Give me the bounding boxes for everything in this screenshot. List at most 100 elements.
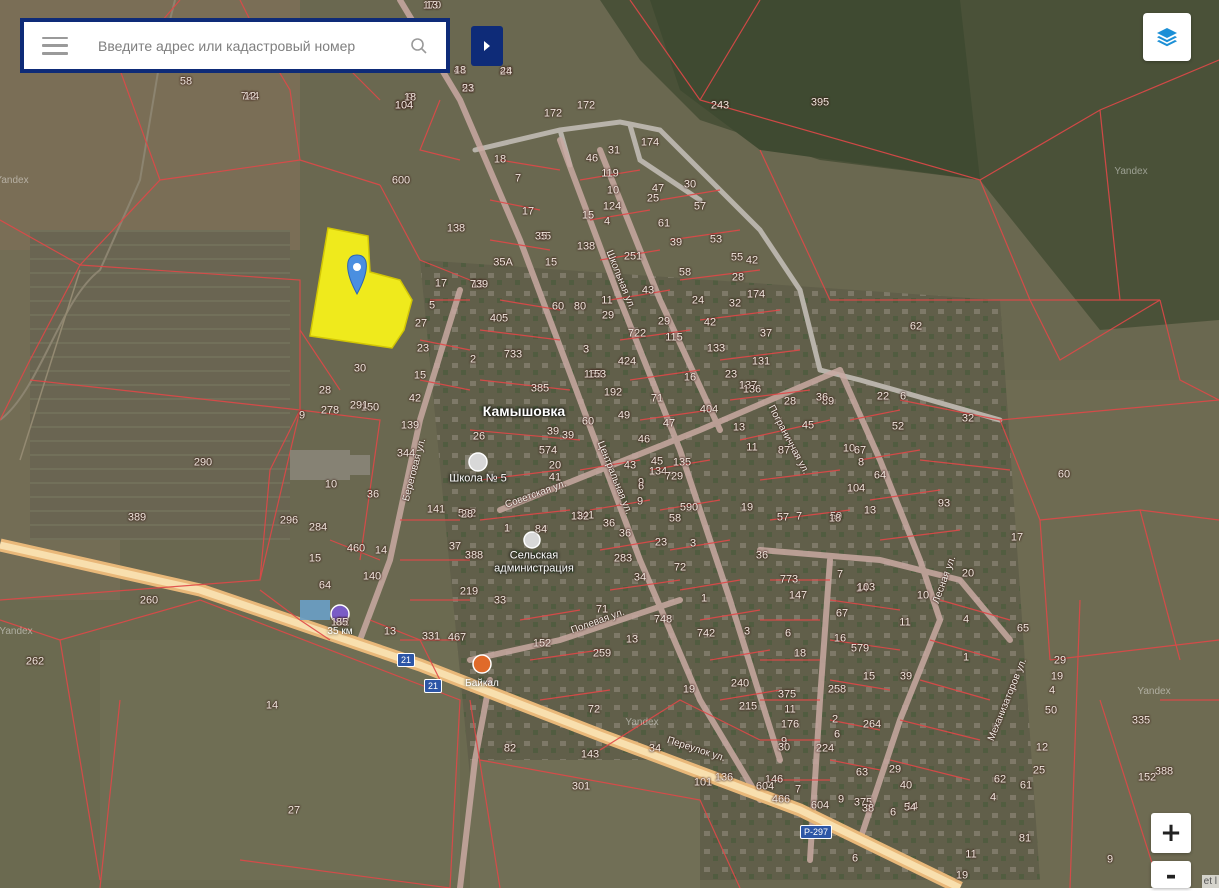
parcel-number-label: 215 (739, 702, 757, 713)
zoom-out-button[interactable]: - (1151, 861, 1191, 888)
layers-icon (1155, 25, 1179, 49)
parcel-number-label: 460 (347, 544, 365, 555)
parcel-number-label: 60 (552, 302, 564, 313)
parcel-number-label: 152 (1138, 773, 1156, 784)
expand-panel-button[interactable] (471, 26, 503, 66)
parcel-number-label: 124 (603, 202, 621, 213)
parcel-number-label: 9 (637, 497, 643, 508)
parcel-number-label: 15 (414, 371, 426, 382)
parcel-number-label: 64 (874, 471, 886, 482)
parcel-number-label: 3 (690, 539, 696, 550)
watermark: Yandex (0, 627, 33, 637)
parcel-number-label: 58 (180, 77, 192, 88)
parcel-number-label: 103 (857, 583, 875, 594)
menu-icon[interactable] (42, 37, 68, 55)
parcel-number-label: 375 (778, 690, 796, 701)
watermark: Yandex (625, 718, 658, 728)
parcel-number-label: 45 (651, 457, 663, 468)
stop-baikal-label: Байкал (465, 679, 499, 689)
parcel-number-label: 152 (533, 639, 551, 650)
parcel-number-label: 262 (26, 657, 44, 668)
parcel-number-label: 739 (470, 280, 488, 291)
parcel-number-label: 6 (785, 629, 791, 640)
parcel-number-label: 39 (670, 238, 682, 249)
parcel-number-label: 65 (1017, 624, 1029, 635)
parcel-number-label: 138 (447, 224, 465, 235)
parcel-number-label: 1 (701, 594, 707, 605)
attribution[interactable]: et l (1202, 875, 1219, 888)
parcel-number-label: 141 (427, 505, 445, 516)
parcel-number-label: 40 (900, 781, 912, 792)
parcel-number-label: 24 (500, 67, 512, 78)
parcel-number-label: 174 (747, 290, 765, 301)
parcel-number-label: 13 (733, 423, 745, 434)
parcel-number-label: 404 (700, 405, 718, 416)
parcel-number-label: 93 (938, 499, 950, 510)
parcel-number-label: 32 (962, 414, 974, 425)
parcel-number-label: 36 (619, 529, 631, 540)
parcel-number-label: 58 (669, 514, 681, 525)
parcel-number-label: 143 (581, 750, 599, 761)
parcel-number-label: 82 (504, 744, 516, 755)
parcel-number-label: 331 (422, 632, 440, 643)
parcel-number-label: 63 (856, 768, 868, 779)
parcel-number-label: 35A (493, 258, 513, 269)
parcel-number-label: 2 (832, 715, 838, 726)
parcel-number-label: 9 (1107, 855, 1113, 866)
parcel-number-label: 742 (697, 629, 715, 640)
parcel-number-label: 10 (607, 186, 619, 197)
search-input[interactable] (96, 37, 406, 55)
parcel-number-label: 29 (1054, 656, 1066, 667)
parcel-number-label: 49 (618, 411, 630, 422)
parcel-number-label: 385 (531, 384, 549, 395)
parcel-number-label: 41 (549, 473, 561, 484)
parcel-number-label: 7 (796, 512, 802, 523)
parcel-number-label: 176 (781, 720, 799, 731)
parcel-number-label: 37 (449, 542, 461, 553)
parcel-number-label: 20 (962, 569, 974, 580)
parcel-number-label: 38 (862, 804, 874, 815)
parcel-number-label: 15 (309, 554, 321, 565)
parcel-number-label: 291 (350, 401, 368, 412)
bus-stop-icon (473, 655, 491, 673)
zoom-in-button[interactable]: + (1151, 813, 1191, 853)
parcel-number-label: 43 (642, 286, 654, 297)
parcel-number-label: 53 (710, 235, 722, 246)
parcel-number-label: 260 (140, 596, 158, 607)
parcel-number-label: 104 (847, 484, 865, 495)
parcel-number-label: 1 (963, 653, 969, 664)
parcel-number-label: 7 (837, 570, 843, 581)
layers-button[interactable] (1143, 13, 1191, 61)
parcel-number-label: 467 (448, 633, 466, 644)
parcel-number-label: 25 (1033, 766, 1045, 777)
parcel-number-label: 139 (401, 421, 419, 432)
parcel-number-label: 136 (715, 773, 733, 784)
parcel-number-label: 240 (731, 679, 749, 690)
map-view[interactable]: Камышовка Школа № 5 Сельская администрац… (0, 0, 1219, 888)
search-panel (20, 18, 450, 73)
watermark: Yandex (1137, 687, 1170, 697)
parcel-number-label: 1 (504, 524, 510, 535)
parcel-number-label: 135 (673, 458, 691, 469)
parcel-number-label: 34 (649, 744, 661, 755)
parcel-number-label: 9 (838, 795, 844, 806)
parcel-number-label: 3 (583, 345, 589, 356)
parcel-number-label: 136 (743, 385, 761, 396)
parcel-number-label: 395 (811, 98, 829, 109)
parcel-number-label: 36 (367, 490, 379, 501)
parcel-number-label: 389 (128, 513, 146, 524)
parcel-number-label: 29 (889, 765, 901, 776)
parcel-number-label: 29 (658, 317, 670, 328)
parcel-number-label: 71 (651, 394, 663, 405)
parcel-number-label: 60 (582, 417, 594, 428)
search-icon[interactable] (406, 33, 432, 59)
parcel-number-label: 34 (634, 573, 646, 584)
parcel-number-label: 42 (409, 394, 421, 405)
parcel-number-label: 6 (638, 482, 644, 493)
parcel-number-label: 388 (1155, 767, 1173, 778)
parcel-number-label: 604 (756, 782, 774, 793)
parcel-number-label: 3 (744, 627, 750, 638)
parcel-number-label: 13 (864, 506, 876, 517)
parcel-number-label: 52 (892, 422, 904, 433)
parcel-number-label: 219 (460, 587, 478, 598)
